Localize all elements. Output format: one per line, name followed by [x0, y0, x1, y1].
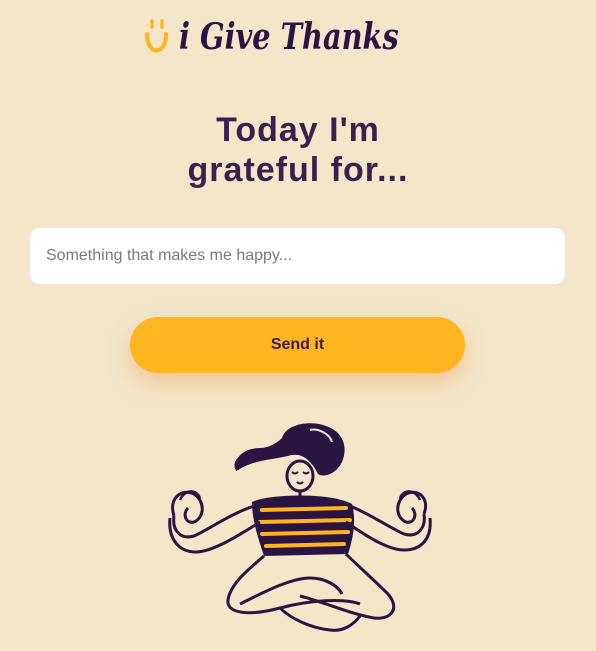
page-title-line-1: Today I'm — [216, 111, 380, 149]
send-button[interactable]: Send it — [130, 317, 465, 373]
page-title: Today I'm grateful for... — [0, 110, 596, 190]
app-name: i Give Thanks — [178, 16, 399, 58]
meditating-woman-icon — [168, 423, 432, 632]
app-logo[interactable]: i Give Thanks — [0, 16, 596, 58]
page-title-line-2: grateful for... — [187, 151, 409, 189]
smiley-logo-icon — [144, 19, 168, 53]
gratitude-input-container — [30, 228, 565, 284]
gratitude-input[interactable] — [30, 228, 565, 284]
